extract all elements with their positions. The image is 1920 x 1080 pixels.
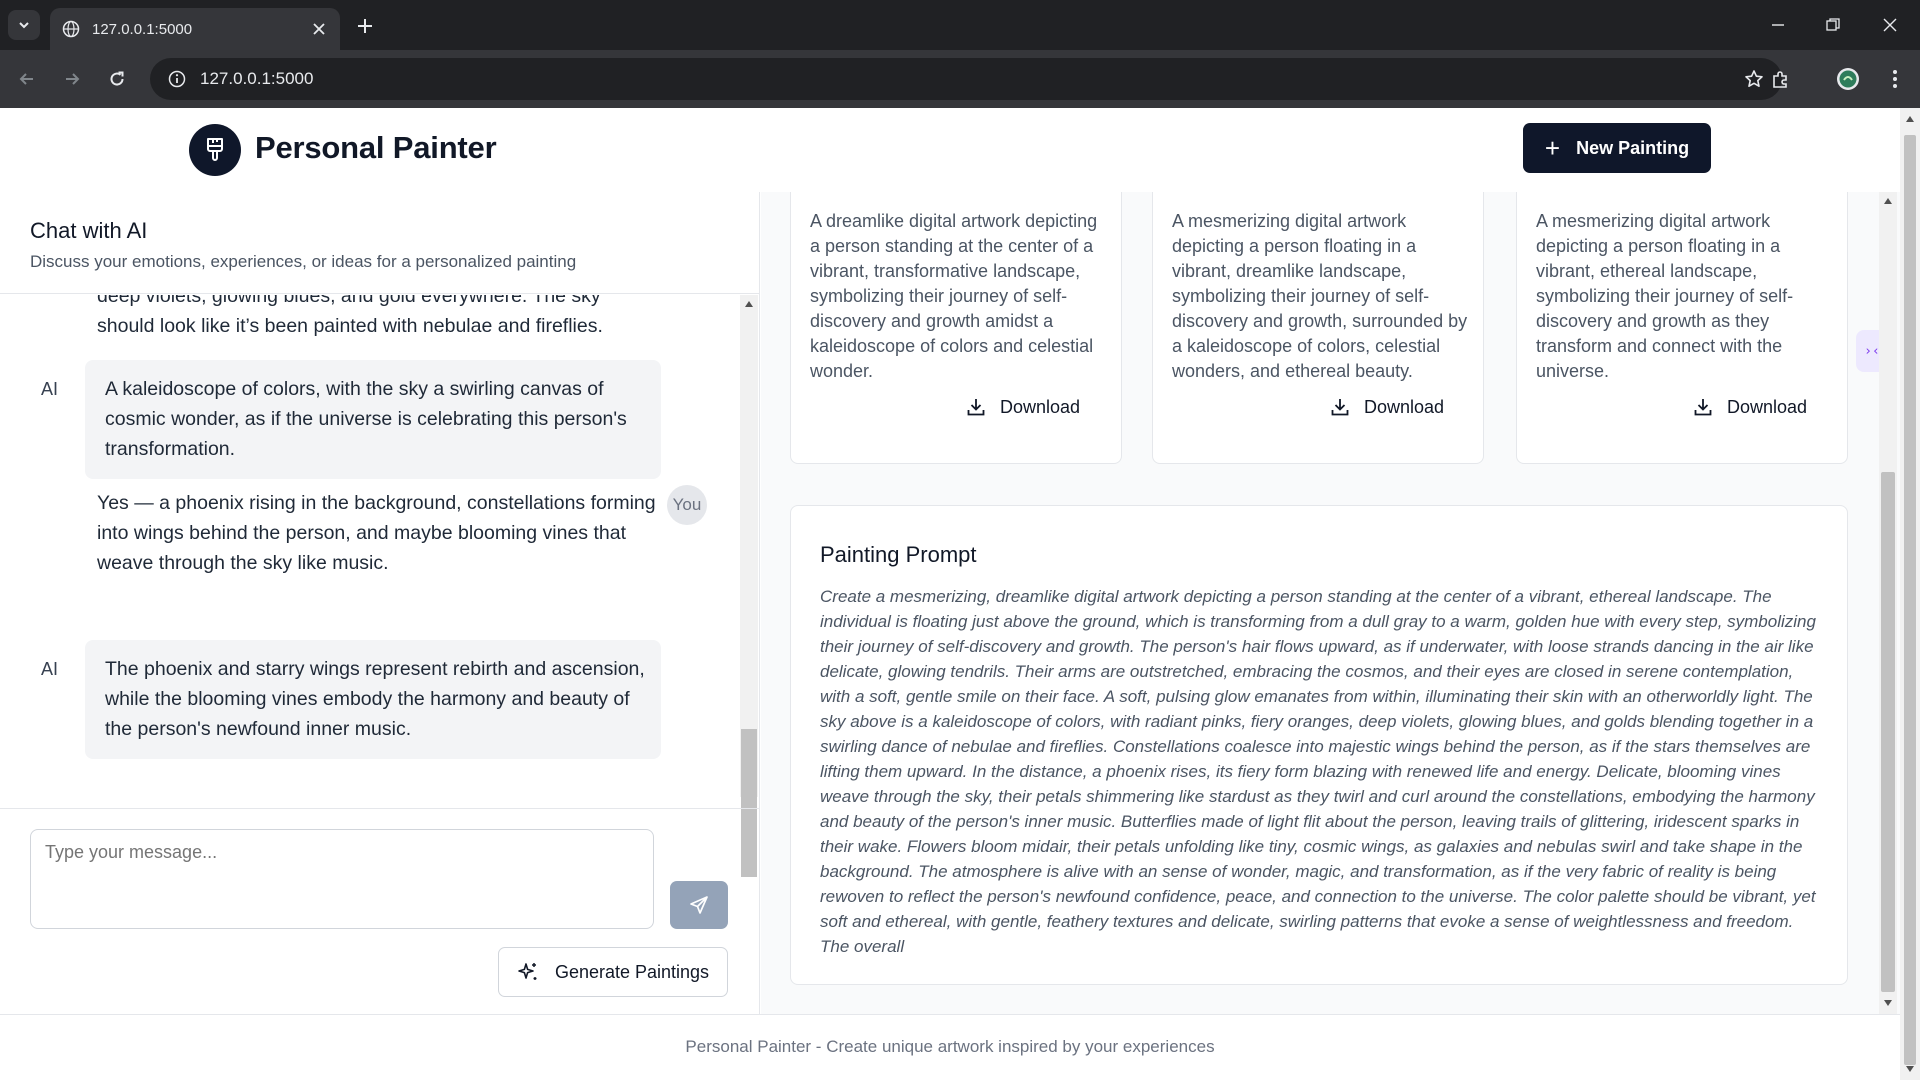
browser-menu-button[interactable] [1880,64,1910,94]
scroll-down-arrow[interactable] [1884,1000,1892,1006]
browser-tabstrip: 127.0.0.1:5000 [0,0,1920,50]
chat-header: Chat with AI Discuss your emotions, expe… [0,192,759,294]
sparkles-icon [518,963,537,980]
painting-card: A mesmerizing digital artwork depicting … [1152,192,1484,464]
browser-toolbar: 127.0.0.1:5000 [0,50,1920,108]
chat-input-area: Generate Paintings [0,808,759,1014]
url-text[interactable]: 127.0.0.1:5000 [200,69,313,89]
download-label: Download [1727,396,1808,417]
globe-icon [62,20,80,38]
prompt-text: Create a mesmerizing, dreamlike digital … [820,587,1816,956]
scroll-up-arrow[interactable] [1906,116,1914,122]
painting-card: A mesmerizing digital artwork depicting … [1516,192,1848,464]
restore-button[interactable] [1813,10,1853,40]
chat-panel: Chat with AI Discuss your emotions, expe… [0,192,760,1014]
avatar-icon [1837,68,1859,90]
download-button[interactable]: Download [966,389,1080,425]
app-header: Personal Painter + New Painting [0,108,1900,192]
chevron-down-icon [19,22,29,29]
close-icon [1883,18,1897,32]
puzzle-icon [1773,71,1787,88]
new-painting-button[interactable]: + New Painting [1523,123,1711,173]
forward-button[interactable] [57,64,87,94]
chat-subtitle: Discuss your emotions, experiences, or i… [30,252,577,271]
footer-text: Personal Painter - Create unique artwork… [685,1037,1215,1056]
page-scroll-thumb[interactable] [1904,135,1916,1065]
ai-label: AI [41,659,59,679]
generate-paintings-label: Generate Paintings [554,961,710,982]
address-bar[interactable]: 127.0.0.1:5000 [150,58,1782,100]
you-avatar: You [667,485,707,525]
reload-button[interactable] [102,64,132,94]
ai-message-bubble: The phoenix and starry wings represent r… [85,640,661,759]
minimize-button[interactable] [1758,10,1798,40]
painting-prompt-card: Painting Prompt Create a mesmerizing, dr… [790,505,1848,985]
ai-message-text: The phoenix and starry wings represent r… [105,658,645,740]
logo [189,124,241,176]
ai-message-text: A kaleidoscope of colors, with the sky a… [105,378,627,460]
painting-card: A dreamlike digital artwork depicting a … [790,192,1122,464]
reload-icon [110,71,124,86]
profile-avatar[interactable] [1833,64,1863,94]
generate-paintings-button[interactable]: Generate Paintings [498,947,728,997]
download-icon [1331,399,1349,416]
scroll-up-arrow[interactable] [745,301,753,307]
painting-description: A dreamlike digital artwork depicting a … [810,211,1098,381]
scroll-down-arrow[interactable] [1906,1066,1914,1072]
tab-search-button[interactable] [8,10,40,40]
paintings-panel: A dreamlike digital artwork depicting a … [761,192,1900,1014]
chat-scrollbar[interactable] [740,295,758,797]
download-icon [1694,399,1712,416]
scroll-up-arrow[interactable] [1884,198,1892,204]
download-button[interactable]: Download [1693,389,1807,425]
arrow-left-icon [19,73,33,85]
partial-user-message: deep violets, glowing blues, and gold ev… [97,295,657,341]
more-vertical-icon [1893,70,1897,88]
back-button[interactable] [12,64,42,94]
message-input[interactable] [30,829,654,929]
site-info-icon[interactable] [168,70,186,88]
partial-line-2: should look like it’s been painted with … [97,315,603,337]
app-title: Personal Painter [255,130,497,165]
footer: Personal Painter - Create unique artwork… [0,1014,1900,1080]
arrow-right-icon [66,73,80,85]
ai-message-bubble: A kaleidoscope of colors, with the sky a… [85,360,661,479]
download-button[interactable]: Download [1330,389,1444,425]
partial-line-1: deep violets, glowing blues, and gold ev… [97,295,601,307]
painting-description: A mesmerizing digital artwork depicting … [1536,211,1794,381]
painting-description: A mesmerizing digital artwork depicting … [1172,211,1468,381]
send-button[interactable] [670,881,728,929]
browser-tab[interactable]: 127.0.0.1:5000 [50,8,340,50]
close-tab-icon[interactable] [310,20,328,38]
user-message-text: Yes — a phoenix rising in the background… [97,492,656,574]
plus-icon [358,19,372,33]
new-tab-button[interactable] [352,13,378,39]
tab-title: 127.0.0.1:5000 [92,20,193,38]
paintbrush-icon [207,138,223,161]
restore-icon [1826,18,1840,31]
message-list[interactable]: deep violets, glowing blues, and gold ev… [0,295,759,797]
chat-title: Chat with AI [30,218,148,243]
close-window-button[interactable] [1870,10,1910,40]
ai-label: AI [41,379,59,399]
page: Personal Painter + New Painting Chat wit… [0,108,1900,1080]
send-icon [690,896,708,914]
plus-icon: + [1544,133,1561,163]
content-scroll-thumb[interactable] [1881,472,1895,992]
download-label: Download [1000,396,1081,417]
bookmark-star-icon[interactable] [1744,69,1764,89]
new-painting-label: New Painting [1576,137,1690,158]
download-icon [967,399,985,416]
extensions-button[interactable] [1766,64,1796,94]
download-label: Download [1364,396,1445,417]
prompt-title: Painting Prompt [820,542,977,567]
minimize-icon [1772,24,1784,26]
